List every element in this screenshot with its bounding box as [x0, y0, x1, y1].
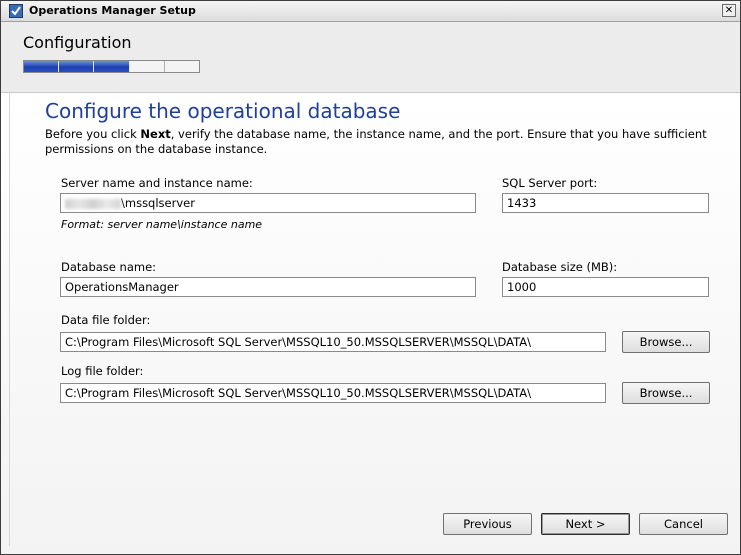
- data-file-folder-input[interactable]: C:\Program Files\Microsoft SQL Server\MS…: [60, 332, 606, 352]
- log-file-folder-input[interactable]: C:\Program Files\Microsoft SQL Server\MS…: [60, 383, 606, 403]
- sql-port-label: SQL Server port:: [502, 176, 598, 190]
- database-size-label: Database size (MB):: [502, 260, 618, 274]
- setup-window: Operations Manager Setup ✕ Configuration…: [0, 0, 741, 555]
- data-file-folder-label: Data file folder:: [61, 313, 151, 327]
- progress-segment: [94, 61, 130, 72]
- app-icon: [9, 4, 23, 18]
- close-button[interactable]: ✕: [722, 4, 736, 17]
- server-format-hint: Format: server name\instance name: [61, 218, 263, 231]
- title-bar[interactable]: Operations Manager Setup ✕: [1, 1, 740, 22]
- database-name-label: Database name:: [61, 260, 157, 274]
- server-name-label: Server name and instance name:: [61, 176, 253, 190]
- desc-bold-next: Next: [140, 127, 171, 141]
- page-heading: Configure the operational database: [45, 99, 401, 123]
- header-title: Configuration: [23, 33, 132, 52]
- window-title: Operations Manager Setup: [29, 4, 196, 17]
- progress-segment: [130, 61, 165, 72]
- cancel-button[interactable]: Cancel: [639, 513, 728, 535]
- progress-segment: [59, 61, 95, 72]
- browse-log-folder-button[interactable]: Browse...: [622, 382, 710, 404]
- server-instance-text: \mssqlserver: [121, 196, 195, 210]
- sql-port-input[interactable]: 1433: [502, 193, 709, 213]
- previous-button[interactable]: Previous: [443, 513, 532, 535]
- log-file-folder-label: Log file folder:: [61, 364, 144, 378]
- next-button[interactable]: Next >: [541, 513, 630, 535]
- page-description: Before you click Next, verify the databa…: [45, 127, 725, 157]
- content-divider: [9, 93, 10, 546]
- browse-data-folder-button[interactable]: Browse...: [622, 331, 710, 353]
- desc-text-1: Before you click: [45, 127, 141, 141]
- database-name-input[interactable]: OperationsManager: [60, 277, 476, 297]
- redacted-server-name: [65, 198, 121, 209]
- header-band: Configuration: [1, 22, 740, 93]
- progress-segment: [24, 61, 60, 72]
- step-progress-bar: [23, 60, 200, 73]
- database-size-input[interactable]: 1000: [502, 277, 709, 297]
- progress-segment: [165, 61, 199, 72]
- server-name-input[interactable]: \mssqlserver: [60, 193, 476, 213]
